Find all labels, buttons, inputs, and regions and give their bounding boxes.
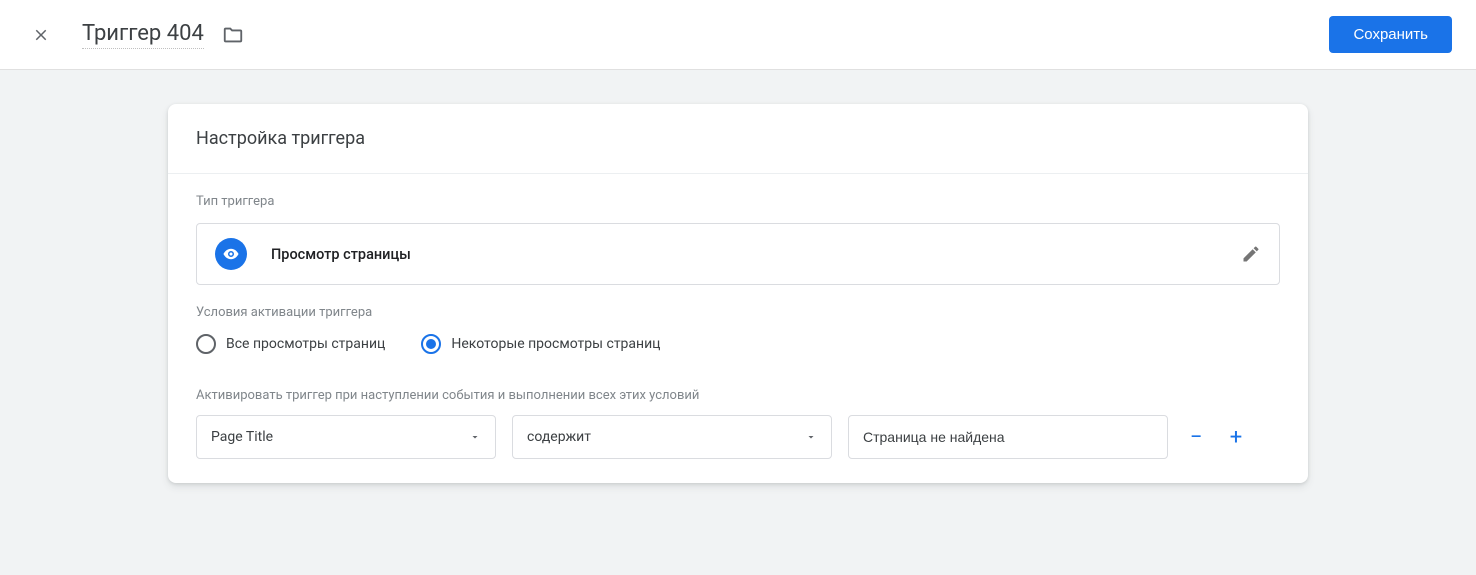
save-button[interactable]: Сохранить xyxy=(1329,16,1452,53)
header-bar: Триггер 404 Сохранить xyxy=(0,0,1476,70)
condition-operator-value: содержит xyxy=(527,429,591,445)
config-panel: Настройка триггера Тип триггера Просмотр… xyxy=(168,104,1308,483)
trigger-type-selector[interactable]: Просмотр страницы xyxy=(196,223,1280,285)
trigger-type-value: Просмотр страницы xyxy=(271,246,1241,263)
remove-condition-button[interactable]: − xyxy=(1184,425,1208,449)
radio-some-label: Некоторые просмотры страниц xyxy=(451,336,660,352)
edit-icon[interactable] xyxy=(1241,244,1261,264)
chevron-down-icon xyxy=(469,431,481,443)
radio-all-pageviews[interactable]: Все просмотры страниц xyxy=(196,334,385,354)
activation-radio-group: Все просмотры страниц Некоторые просмотр… xyxy=(196,334,1280,354)
radio-icon-selected xyxy=(421,334,441,354)
chevron-down-icon xyxy=(805,431,817,443)
radio-icon xyxy=(196,334,216,354)
activation-section-label: Условия активации триггера xyxy=(196,305,1280,320)
add-condition-button[interactable]: + xyxy=(1224,425,1248,449)
type-section-label: Тип триггера xyxy=(196,194,1280,209)
eye-icon xyxy=(215,238,247,270)
condition-value-input[interactable] xyxy=(848,415,1168,459)
radio-all-label: Все просмотры страниц xyxy=(226,336,385,352)
radio-some-pageviews[interactable]: Некоторые просмотры страниц xyxy=(421,334,660,354)
condition-section-label: Активировать триггер при наступлении соб… xyxy=(196,388,1280,403)
page-title[interactable]: Триггер 404 xyxy=(82,21,204,49)
close-icon[interactable] xyxy=(24,18,58,52)
folder-icon[interactable] xyxy=(222,24,244,46)
condition-operator-select[interactable]: содержит xyxy=(512,415,832,459)
condition-row: Page Title содержит − + xyxy=(196,415,1280,459)
panel-heading: Настройка триггера xyxy=(168,104,1308,174)
condition-variable-value: Page Title xyxy=(211,429,273,445)
condition-variable-select[interactable]: Page Title xyxy=(196,415,496,459)
